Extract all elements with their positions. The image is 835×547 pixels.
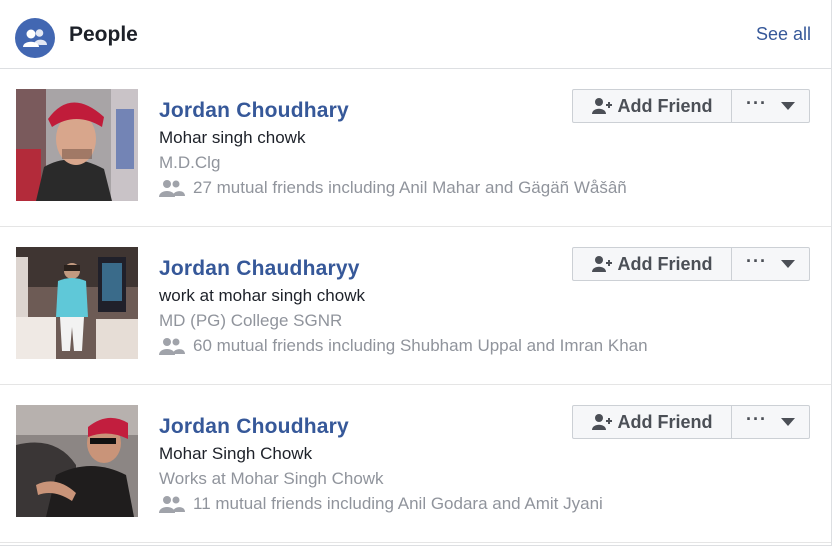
add-friend-button[interactable]: Add Friend [572, 89, 732, 123]
person-education: MD (PG) College SGNR [159, 311, 343, 330]
panel-header: People See all [0, 0, 831, 69]
mutual-friends-text: 60 mutual friends including Shubham Uppa… [193, 336, 648, 355]
see-all-link[interactable]: See all [756, 24, 811, 45]
person-education: M.D.Clg [159, 153, 221, 172]
mutual-friends-icon [159, 338, 185, 355]
people-icon [15, 18, 55, 58]
chevron-down-icon [780, 418, 795, 426]
add-friend-label: Add Friend [617, 95, 713, 116]
add-friend-icon [591, 414, 612, 430]
avatar[interactable] [16, 247, 138, 359]
person-row: Jordan Choudhary Mohar Singh Chowk Works… [0, 385, 831, 543]
mutual-friends-icon [159, 180, 185, 197]
add-friend-button[interactable]: Add Friend [572, 405, 732, 439]
mutual-friends[interactable]: 11 mutual friends including Anil Godara … [159, 494, 603, 514]
person-name[interactable]: Jordan Chaudharyy [159, 257, 360, 281]
mutual-friends[interactable]: 60 mutual friends including Shubham Uppa… [159, 336, 648, 356]
avatar[interactable] [16, 405, 138, 517]
person-row: Jordan Chaudharyy work at mohar singh ch… [0, 227, 831, 385]
friend-actions: Add Friend ··· [572, 405, 810, 440]
person-work: work at mohar singh chowk [159, 286, 365, 305]
add-friend-button[interactable]: Add Friend [572, 247, 732, 281]
chevron-down-icon [780, 260, 795, 268]
person-work: Works at Mohar Singh Chowk [159, 469, 384, 488]
avatar[interactable] [16, 89, 138, 201]
chevron-down-icon [780, 102, 795, 110]
mutual-friends-text: 27 mutual friends including Anil Mahar a… [193, 178, 627, 197]
friend-actions: Add Friend ··· [572, 247, 810, 282]
add-friend-label: Add Friend [617, 253, 713, 274]
add-friend-icon [591, 98, 612, 114]
panel-title: People [69, 23, 138, 46]
mutual-friends[interactable]: 27 mutual friends including Anil Mahar a… [159, 178, 627, 198]
add-friend-icon [591, 256, 612, 272]
more-options-button[interactable]: ··· [732, 405, 810, 439]
person-name[interactable]: Jordan Choudhary [159, 415, 349, 439]
person-location: Mohar singh chowk [159, 128, 306, 147]
mutual-friends-icon [159, 496, 185, 513]
person-location: Mohar Singh Chowk [159, 444, 313, 463]
more-dots-icon: ··· [746, 409, 767, 429]
person-name[interactable]: Jordan Choudhary [159, 99, 349, 123]
more-dots-icon: ··· [746, 251, 767, 271]
friend-actions: Add Friend ··· [572, 89, 810, 124]
mutual-friends-text: 11 mutual friends including Anil Godara … [193, 494, 603, 513]
more-options-button[interactable]: ··· [732, 247, 810, 281]
add-friend-label: Add Friend [617, 411, 713, 432]
person-row: Jordan Choudhary Mohar singh chowk M.D.C… [0, 69, 831, 227]
more-options-button[interactable]: ··· [732, 89, 810, 123]
people-panel: People See all Jordan Choudhary Mohar si… [0, 0, 832, 546]
more-dots-icon: ··· [746, 93, 767, 113]
